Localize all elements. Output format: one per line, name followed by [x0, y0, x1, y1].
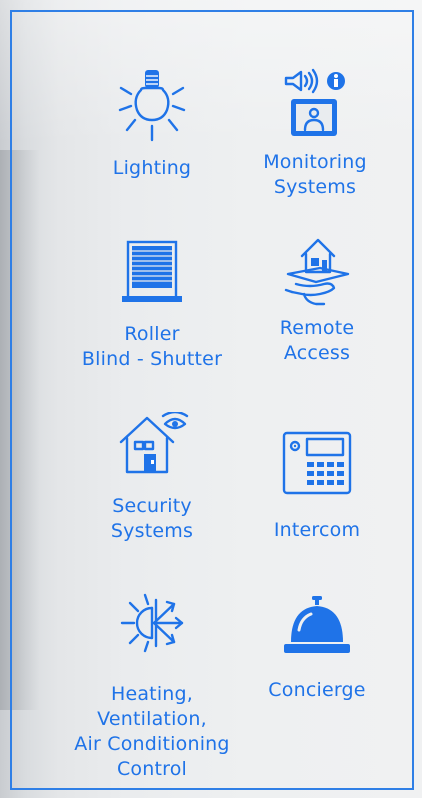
- remote-access-icon: [284, 238, 350, 306]
- hvac-icon: [120, 593, 184, 653]
- feature-security-label: Security Systems: [110, 495, 194, 542]
- feature-lighting[interactable]: Lighting: [82, 68, 222, 181]
- feature-monitoring-label: Monitoring Systems: [263, 151, 367, 198]
- security-house-icon: [119, 412, 189, 474]
- feature-concierge[interactable]: Concierge: [247, 594, 387, 703]
- roller-blind-icon: [122, 240, 182, 302]
- intercom-keypad-icon: [282, 431, 352, 495]
- feature-roller-blind-label: Roller Blind - Shutter: [81, 323, 223, 370]
- concierge-bell-icon: [284, 596, 350, 653]
- feature-intercom-label: Intercom: [273, 519, 361, 541]
- feature-monitoring-systems[interactable]: Monitoring Systems: [240, 66, 390, 200]
- monitoring-icon: [284, 68, 345, 136]
- feature-hvac-label: Heating, Ventilation, Air Conditioning C…: [74, 683, 230, 780]
- feature-concierge-label: Concierge: [268, 679, 366, 701]
- feature-hvac-control[interactable]: Heating, Ventilation, Air Conditioning C…: [57, 592, 247, 782]
- feature-security-systems[interactable]: Security Systems: [82, 412, 222, 544]
- feature-roller-blind-shutter[interactable]: Roller Blind - Shutter: [62, 240, 242, 372]
- feature-remote-access[interactable]: Remote Access: [252, 232, 382, 366]
- feature-intercom[interactable]: Intercom: [247, 430, 387, 543]
- feature-lighting-label: Lighting: [112, 157, 192, 179]
- lightbulb-icon: [118, 70, 186, 142]
- smart-home-features-panel: Lighting Monitoring Systems Roller Blind…: [10, 10, 414, 790]
- feature-remote-access-label: Remote Access: [279, 317, 355, 364]
